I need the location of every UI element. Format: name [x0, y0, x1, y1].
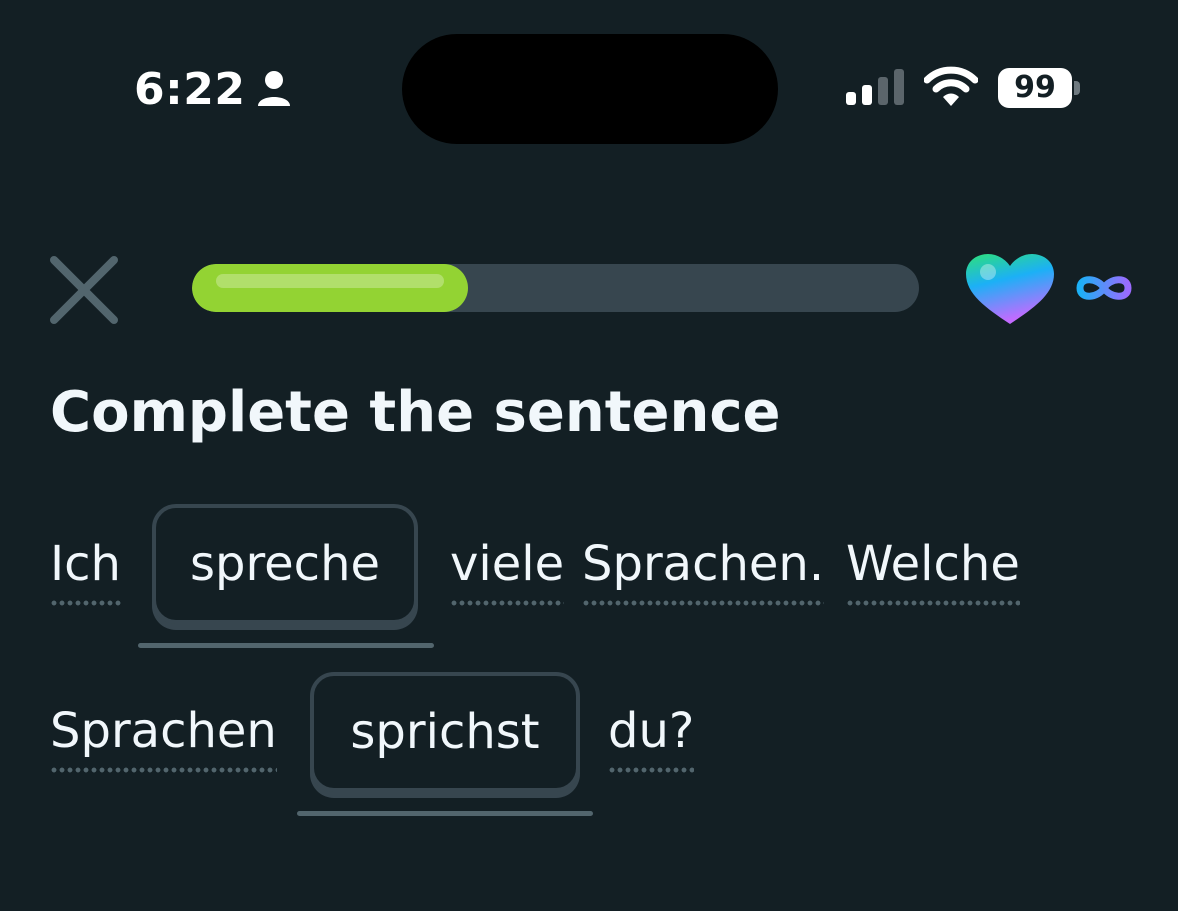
word-text: Ich	[50, 536, 121, 592]
word-text: du?	[608, 703, 695, 759]
blank-text: spreche	[189, 536, 381, 592]
word-hint-underline	[582, 600, 825, 606]
word-text: Sprachen	[50, 703, 277, 759]
heart-icon[interactable]	[964, 252, 1056, 326]
exercise-title: Complete the sentence	[50, 380, 781, 445]
sentence-word[interactable]: Sprachen.	[582, 540, 825, 606]
word-hint-underline	[450, 600, 565, 606]
blank-underline	[297, 811, 593, 816]
infinity-icon	[1076, 276, 1132, 300]
word-text: Welche	[846, 536, 1020, 592]
battery-level: 99	[998, 68, 1072, 108]
word-hint-underline	[50, 600, 121, 606]
blank-text: sprichst	[350, 704, 540, 760]
progress-fill	[192, 264, 469, 312]
sentence-word[interactable]: Ich	[50, 540, 121, 606]
word-text: Sprachen.	[582, 536, 825, 592]
answer-blank[interactable]: sprichst	[310, 672, 580, 792]
wifi-icon	[924, 66, 978, 106]
battery-indicator: 99	[998, 68, 1082, 110]
close-icon[interactable]	[48, 254, 120, 326]
word-hint-underline	[50, 767, 277, 773]
progress-shine	[216, 274, 445, 288]
word-hint-underline	[846, 600, 1020, 606]
word-hint-underline	[608, 767, 695, 773]
lesson-progress-bar	[192, 264, 919, 312]
sentence-word[interactable]: viele	[450, 540, 565, 606]
signal-icon	[846, 69, 904, 105]
lesson-screen: 6:22 99 Complete the sentence Ich sprech…	[0, 0, 1178, 911]
battery-tip	[1074, 81, 1080, 95]
dynamic-island	[402, 34, 778, 144]
sentence-word[interactable]: Sprachen	[50, 707, 277, 773]
answer-blank[interactable]: spreche	[152, 504, 418, 624]
status-time: 6:22	[134, 64, 246, 115]
blank-underline	[138, 643, 434, 648]
sentence-word[interactable]: du?	[608, 707, 695, 773]
word-text: viele	[450, 536, 565, 592]
sentence-word[interactable]: Welche	[846, 540, 1020, 606]
person-icon	[258, 71, 290, 106]
